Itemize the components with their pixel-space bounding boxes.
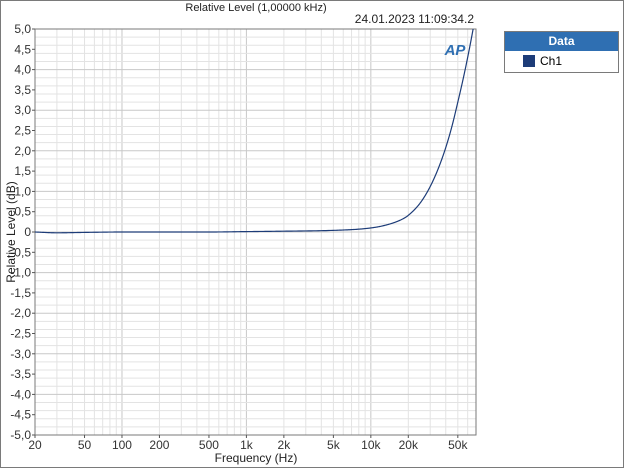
- axis-labels: 5,04,54,03,53,02,52,01,51,00,50-0,5-1,0-…: [10, 22, 468, 452]
- x-tick-label: 500: [199, 438, 219, 452]
- x-tick-label: 100: [112, 438, 132, 452]
- y-tick-label: 4,5: [14, 42, 31, 56]
- y-tick-label: 5,0: [14, 22, 31, 36]
- y-tick-label: 4,0: [14, 63, 31, 77]
- x-tick-label: 20k: [399, 438, 419, 452]
- y-tick-label: 1,5: [14, 164, 31, 178]
- y-tick-label: -2,0: [10, 306, 31, 320]
- y-tick-label: 2,5: [14, 124, 31, 138]
- y-axis-label: Relative Level (dB): [4, 181, 18, 282]
- x-tick-label: 2k: [278, 438, 292, 452]
- x-tick-label: 1k: [240, 438, 254, 452]
- y-tick-label: 0: [24, 225, 31, 239]
- y-tick-label: -3,0: [10, 347, 31, 361]
- legend-item-ch1[interactable]: Ch1: [505, 51, 618, 71]
- y-tick-label: 3,5: [14, 83, 31, 97]
- y-tick-label: 2,0: [14, 144, 31, 158]
- legend-label: Ch1: [540, 54, 563, 68]
- legend-swatch: [523, 55, 535, 67]
- chart-title: Relative Level (1,00000 kHz): [185, 2, 326, 14]
- y-tick-label: -1,5: [10, 286, 31, 300]
- x-tick-label: 50k: [448, 438, 468, 452]
- y-tick-label: -4,0: [10, 387, 31, 401]
- legend: Data Ch1: [504, 31, 619, 73]
- ap-logo: AP: [444, 42, 467, 59]
- y-tick-label: -2,5: [10, 327, 31, 341]
- x-tick-label: 200: [149, 438, 169, 452]
- y-tick-label: -3,5: [10, 367, 31, 381]
- x-tick-label: 50: [78, 438, 92, 452]
- y-tick-label: -4,5: [10, 408, 31, 422]
- x-tick-label: 20: [28, 438, 42, 452]
- x-axis-label: Frequency (Hz): [215, 451, 298, 465]
- x-tick-label: 5k: [327, 438, 341, 452]
- x-tick-label: 10k: [361, 438, 381, 452]
- y-tick-label: 3,0: [14, 103, 31, 117]
- legend-title: Data: [505, 32, 618, 51]
- timestamp: 24.01.2023 11:09:34.2: [355, 12, 475, 26]
